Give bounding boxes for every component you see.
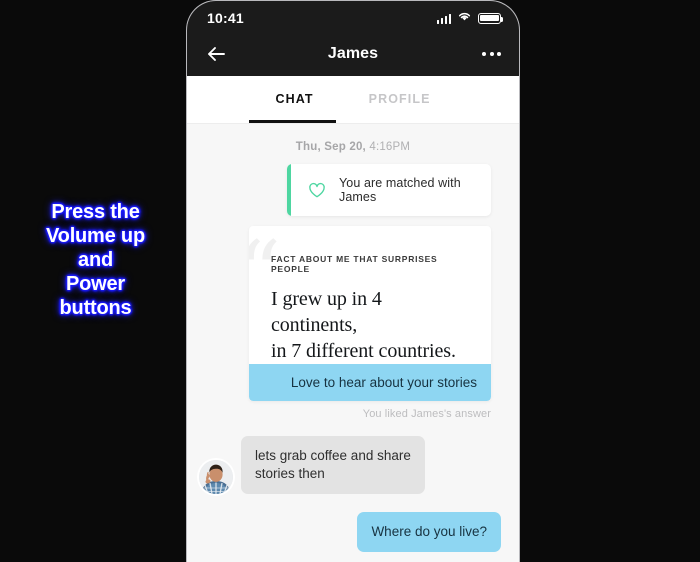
screenshot-root: Press the Volume up and Power buttons 10… (0, 0, 700, 562)
phone-header: 10:41 James (187, 1, 519, 76)
message-bubble-outgoing: Where do you live? (357, 512, 501, 552)
chat-thread[interactable]: Thu, Sep 20, 4:16PM You are matched with… (187, 124, 519, 562)
match-notification-card: You are matched with James (287, 164, 491, 216)
match-notification-text: You are matched with James (339, 176, 461, 204)
active-tab-indicator (249, 119, 336, 123)
instruction-line-2: Volume up (46, 225, 145, 247)
date-separator-time: 4:16PM (369, 141, 411, 153)
prompt-answer-line-1: I grew up in 4 continents, (271, 288, 382, 336)
status-bar: 10:41 (187, 5, 519, 31)
heart-outline-icon (307, 180, 327, 200)
prompt-reply-bubble: Love to hear about your stories (249, 364, 491, 401)
status-time: 10:41 (207, 10, 244, 26)
instruction-overlay: Press the Volume up and Power buttons (18, 200, 173, 320)
message-row-outgoing: Where do you live? (199, 512, 501, 552)
message-row-incoming: lets grab coffee and share stories then (199, 436, 507, 494)
prompt-answer-line-2: in 7 different countries. (271, 340, 456, 362)
phone-frame: 10:41 James CHAT PROFILE Thu, Sep 20, 4:… (186, 0, 520, 562)
instruction-line-3: and (78, 249, 113, 271)
prompt-label: FACT ABOUT ME THAT SURPRISES PEOPLE (271, 254, 438, 274)
message-line-2: stories then (255, 466, 325, 481)
date-separator-date: Thu, Sep 20, (295, 141, 366, 153)
wifi-icon (457, 9, 472, 27)
navigation-bar: James (187, 31, 519, 76)
battery-icon (478, 12, 504, 24)
message-line-1: lets grab coffee and share (255, 448, 411, 463)
liked-answer-note: You liked James's answer (362, 408, 491, 420)
prompt-answer-text: I grew up in 4 continents, in 7 differen… (271, 286, 469, 364)
prompt-answer-card[interactable]: “ FACT ABOUT ME THAT SURPRISES PEOPLE I … (249, 226, 491, 401)
back-arrow-icon[interactable] (205, 43, 227, 65)
tab-chat[interactable]: CHAT (275, 92, 313, 108)
instruction-line-4: Power (65, 273, 126, 295)
instruction-line-5: buttons (59, 297, 132, 319)
date-separator: Thu, Sep 20, 4:16PM (199, 124, 507, 164)
instruction-line-1: Press the (51, 201, 140, 223)
tab-bar: CHAT PROFILE (187, 76, 519, 124)
page-title: James (327, 44, 379, 62)
status-icons (436, 9, 504, 27)
tab-profile[interactable]: PROFILE (369, 92, 431, 108)
message-bubble-incoming: lets grab coffee and share stories then (241, 436, 425, 494)
james-avatar[interactable] (199, 460, 233, 494)
more-options-icon[interactable] (482, 51, 501, 56)
signal-bars-icon (436, 13, 451, 24)
